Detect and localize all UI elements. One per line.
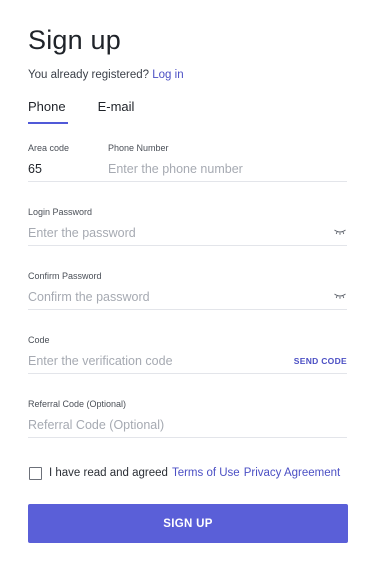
phone-number-label: Phone Number: [108, 143, 169, 153]
eye-closed-icon[interactable]: [334, 229, 346, 235]
tab-email[interactable]: E-mail: [98, 99, 135, 115]
code-label: Code: [28, 335, 50, 345]
agreement-row: I have read and agreed Terms of Use Priv…: [29, 466, 340, 480]
confirm-password-label: Confirm Password: [28, 271, 102, 281]
area-code-label: Area code: [28, 143, 70, 153]
area-code-input[interactable]: [28, 161, 88, 177]
agreement-text: I have read and agreed: [49, 467, 168, 479]
tab-phone[interactable]: Phone: [28, 99, 68, 124]
registered-label: You already registered?: [28, 69, 150, 81]
confirm-password-input[interactable]: [28, 289, 318, 305]
verification-code-field: Code SEND CODE: [28, 335, 347, 374]
page-title: Sign up: [28, 25, 121, 55]
verification-code-input[interactable]: [28, 353, 278, 369]
referral-code-label: Referral Code (Optional): [28, 399, 127, 409]
referral-code-field: Referral Code (Optional): [28, 399, 347, 438]
sign-up-button[interactable]: SIGN UP: [28, 504, 348, 543]
login-password-label: Login Password: [28, 207, 93, 217]
referral-code-input[interactable]: [28, 417, 328, 433]
terms-of-use-link[interactable]: Terms of Use: [172, 466, 240, 480]
privacy-agreement-link[interactable]: Privacy Agreement: [244, 466, 341, 480]
signup-method-tabs: Phone E-mail: [28, 99, 166, 124]
send-code-button[interactable]: SEND CODE: [294, 356, 347, 366]
login-password-field: Login Password: [28, 207, 347, 246]
eye-closed-icon[interactable]: [334, 293, 346, 299]
login-link[interactable]: Log in: [152, 69, 183, 81]
confirm-password-field: Confirm Password: [28, 271, 347, 310]
already-registered-text: You already registered? Log in: [28, 68, 184, 82]
phone-number-input[interactable]: [108, 161, 338, 177]
agreement-checkbox[interactable]: [29, 466, 42, 480]
login-password-input[interactable]: [28, 225, 318, 241]
phone-field-row: Area code Phone Number: [28, 143, 347, 182]
